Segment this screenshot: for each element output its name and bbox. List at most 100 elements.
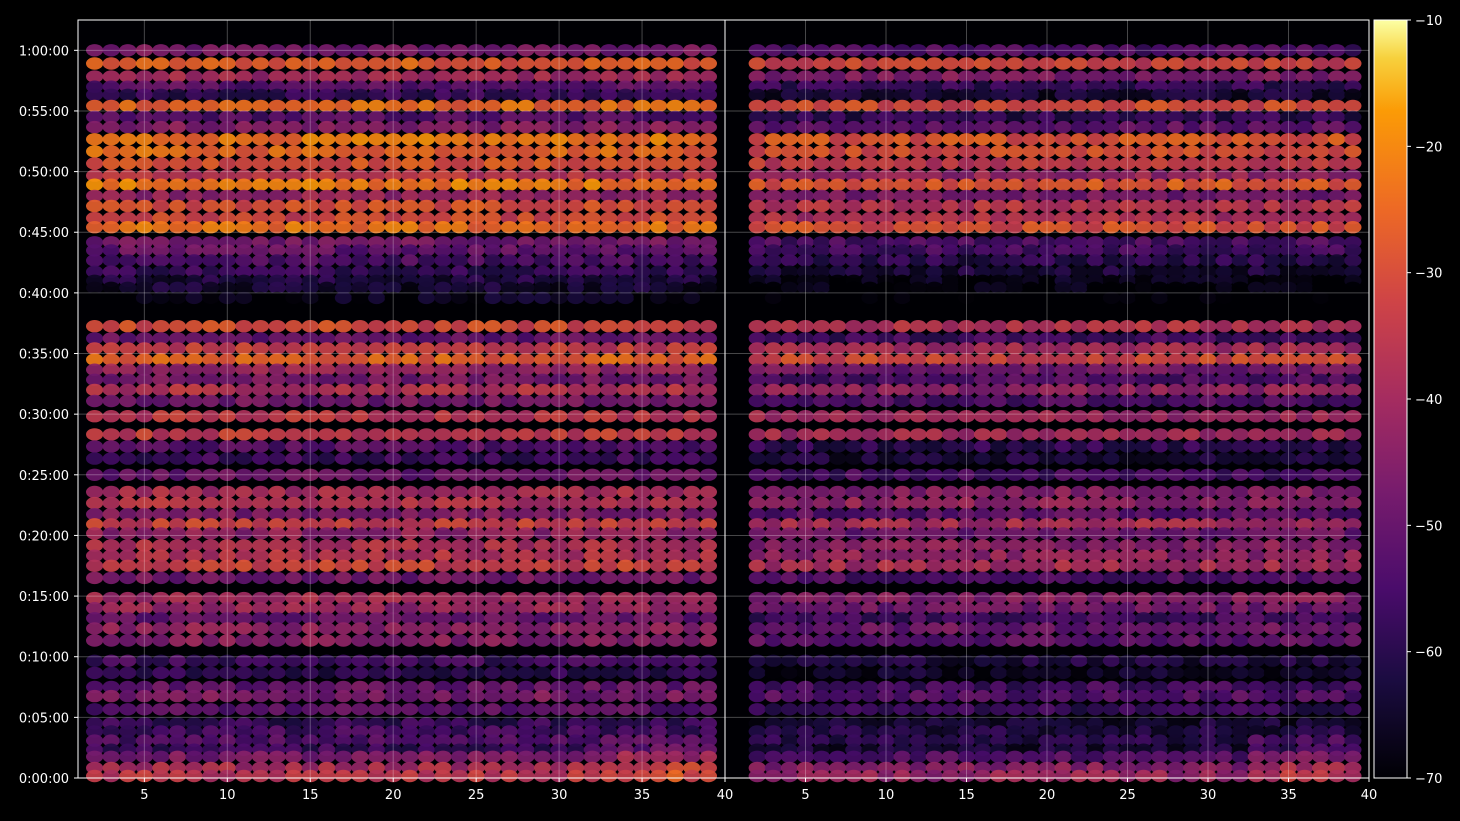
marker-row-45-x-31 [567, 571, 585, 585]
marker-row-10-x-24 [451, 157, 469, 170]
marker-row-35-x-36 [1296, 452, 1314, 465]
marker-row-34-x-33 [600, 440, 618, 453]
marker-row-55-x-2 [86, 703, 104, 716]
marker-row-62-x-23 [434, 769, 452, 783]
marker-row-24-x-3 [102, 320, 120, 333]
marker-row-8-x-18 [351, 133, 369, 146]
marker-row-19-x-19 [1022, 254, 1040, 267]
marker-row-9-x-19 [368, 145, 386, 158]
marker-row-12-x-12 [909, 178, 927, 191]
marker-row-7-x-21 [1054, 120, 1072, 134]
marker-row-30-x-23 [1086, 383, 1104, 397]
marker-row-45-x-9 [861, 571, 879, 585]
marker-row-12-x-4 [780, 178, 799, 191]
marker-row-38-x-27 [500, 496, 518, 510]
marker-row-23-x-32 [1231, 291, 1249, 305]
marker-row-34-x-27 [500, 440, 518, 453]
marker-row-31-x-21 [1054, 394, 1072, 408]
marker-row-37-x-22 [1070, 485, 1088, 499]
marker-row-38-x-3 [764, 496, 782, 510]
marker-row-16-x-32 [583, 221, 601, 234]
marker-row-23-x-23 [1086, 291, 1104, 305]
marker-row-10-x-13 [268, 157, 286, 170]
marker-row-8-x-29 [1183, 133, 1201, 146]
marker-row-14-x-31 [567, 199, 585, 213]
marker-row-34-x-34 [1263, 440, 1281, 453]
marker-row-50-x-22 [1070, 634, 1088, 647]
marker-row-8-x-19 [368, 133, 386, 146]
marker-row-55-x-14 [941, 703, 960, 716]
marker-row-9-x-32 [583, 145, 601, 158]
marker-row-45-x-16 [974, 571, 992, 585]
marker-row-7-x-36 [1296, 120, 1314, 134]
marker-row-50-x-4 [119, 634, 137, 647]
marker-row-41-x-19 [368, 527, 386, 540]
marker-row-38-x-12 [251, 496, 270, 510]
marker-row-16-x-37 [1312, 221, 1330, 234]
marker-row-33-x-13 [268, 428, 286, 441]
marker-row-7-x-8 [185, 120, 203, 134]
marker-row-45-x-11 [893, 571, 911, 585]
marker-row-45-x-21 [401, 571, 419, 585]
marker-row-54-x-29 [1183, 689, 1201, 703]
marker-row-38-x-22 [417, 496, 435, 510]
marker-row-54-x-7 [829, 689, 847, 703]
marker-row-45-x-19 [368, 571, 386, 585]
marker-row-12-x-34 [616, 178, 635, 191]
marker-row-38-x-7 [829, 496, 847, 510]
marker-row-35-x-23 [434, 452, 452, 465]
marker-row-55-x-8 [845, 703, 863, 716]
marker-row-38-x-19 [1022, 496, 1040, 510]
marker-row-49-x-23 [1086, 622, 1104, 635]
marker-row-7-x-14 [941, 120, 960, 134]
marker-row-23-x-37 [1312, 291, 1330, 305]
marker-row-55-x-9 [202, 703, 220, 716]
marker-row-12-x-24 [451, 178, 469, 191]
marker-row-8-x-28 [1167, 133, 1185, 146]
marker-row-50-x-8 [185, 634, 203, 647]
marker-row-55-x-39 [1344, 703, 1362, 716]
marker-row-4-x-6 [813, 88, 831, 102]
colorbar-tick-label: −30 [1415, 267, 1442, 282]
marker-row-8-x-16 [318, 133, 336, 146]
marker-row-4-x-11 [893, 88, 911, 102]
marker-row-19-x-32 [583, 254, 601, 267]
marker-row-33-x-39 [1344, 428, 1362, 441]
marker-row-33-x-26 [484, 428, 502, 441]
marker-row-37-x-16 [974, 485, 992, 499]
marker-row-35-x-3 [102, 452, 120, 465]
marker-row-32-x-17 [334, 410, 352, 423]
marker-row-4-x-3 [764, 88, 782, 102]
marker-row-23-x-27 [1151, 291, 1169, 305]
marker-row-60-x-7 [829, 750, 847, 763]
marker-row-23-x-28 [1167, 291, 1185, 305]
marker-row-31-x-6 [152, 394, 170, 408]
marker-row-5-x-28 [517, 99, 535, 113]
marker-row-24-x-17 [334, 320, 352, 333]
marker-row-33-x-13 [925, 428, 943, 441]
marker-row-35-x-17 [334, 452, 352, 465]
marker-row-54-x-17 [990, 689, 1008, 703]
marker-row-52-x-19 [368, 666, 386, 680]
colorbar-tick-label: −50 [1415, 519, 1442, 534]
marker-row-34-x-18 [1006, 440, 1024, 453]
marker-row-8-x-33 [600, 133, 618, 146]
marker-row-12-x-18 [1006, 178, 1024, 191]
marker-row-12-x-23 [1086, 178, 1104, 191]
marker-row-49-x-16 [318, 622, 336, 635]
marker-row-60-x-23 [434, 750, 452, 763]
marker-row-30-x-33 [600, 383, 618, 397]
marker-row-10-x-8 [185, 157, 203, 170]
marker-row-9-x-22 [417, 145, 435, 158]
marker-row-52-x-18 [1006, 666, 1024, 680]
marker-row-44-x-17 [334, 559, 352, 572]
marker-row-62-x-13 [268, 769, 286, 783]
marker-row-50-x-17 [334, 634, 352, 647]
marker-row-45-x-27 [500, 571, 518, 585]
marker-row-26-x-29 [1183, 342, 1201, 355]
marker-row-19-x-4 [780, 254, 799, 267]
marker-row-60-x-26 [484, 750, 502, 763]
marker-row-4-x-3 [102, 88, 120, 102]
marker-row-44-x-22 [1070, 559, 1088, 572]
marker-row-44-x-8 [845, 559, 863, 572]
